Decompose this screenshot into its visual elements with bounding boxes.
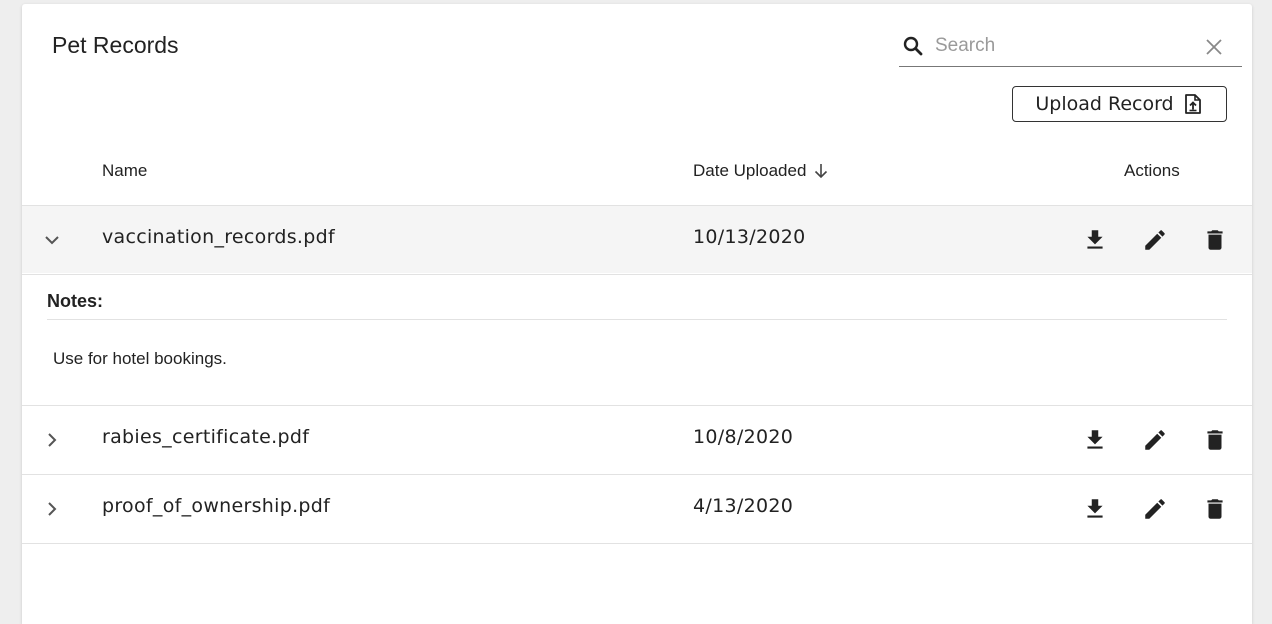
table-bottom-divider xyxy=(22,543,1252,544)
upload-record-button[interactable]: Upload Record xyxy=(1012,86,1227,122)
chevron-right-icon[interactable] xyxy=(40,497,64,521)
close-icon[interactable] xyxy=(1203,36,1225,58)
download-icon[interactable] xyxy=(1082,227,1108,253)
trash-icon[interactable] xyxy=(1202,496,1228,522)
file-name: vaccination_records.pdf xyxy=(102,226,335,248)
upload-date: 10/13/2020 xyxy=(693,226,806,248)
column-header-date[interactable]: Date Uploaded xyxy=(693,161,830,181)
records-card: Pet Records Upload Record Name Date Uplo… xyxy=(22,4,1252,624)
table-header: Name Date Uploaded Actions xyxy=(22,152,1252,205)
notes-divider xyxy=(47,319,1227,320)
notes-text: Use for hotel bookings. xyxy=(53,349,227,368)
file-upload-icon xyxy=(1184,94,1201,114)
notes-label: Notes: xyxy=(47,291,104,311)
column-header-actions: Actions xyxy=(1124,161,1180,180)
table-row[interactable]: vaccination_records.pdf 10/13/2020 xyxy=(22,205,1252,273)
search-bar xyxy=(899,28,1242,67)
column-header-date-label: Date Uploaded xyxy=(693,161,807,180)
file-name: proof_of_ownership.pdf xyxy=(102,495,331,517)
download-icon[interactable] xyxy=(1082,496,1108,522)
upload-record-label: Upload Record xyxy=(1035,93,1174,115)
trash-icon[interactable] xyxy=(1202,427,1228,453)
pencil-icon[interactable] xyxy=(1142,496,1168,522)
table-row[interactable]: proof_of_ownership.pdf 4/13/2020 xyxy=(22,474,1252,542)
chevron-right-icon[interactable] xyxy=(40,428,64,452)
chevron-down-icon[interactable] xyxy=(40,228,64,252)
trash-icon[interactable] xyxy=(1202,227,1228,253)
upload-date: 4/13/2020 xyxy=(693,495,794,517)
column-header-name[interactable]: Name xyxy=(102,161,147,181)
download-icon[interactable] xyxy=(1082,427,1108,453)
search-input[interactable] xyxy=(933,30,1197,62)
row-notes-panel: Notes: Use for hotel bookings. xyxy=(22,274,1252,405)
upload-date: 10/8/2020 xyxy=(693,426,794,448)
pencil-icon[interactable] xyxy=(1142,227,1168,253)
search-icon xyxy=(903,36,923,56)
arrow-down-icon xyxy=(815,164,828,179)
pencil-icon[interactable] xyxy=(1142,427,1168,453)
table-row[interactable]: rabies_certificate.pdf 10/8/2020 xyxy=(22,405,1252,473)
page-title: Pet Records xyxy=(52,32,179,58)
file-name: rabies_certificate.pdf xyxy=(102,426,310,448)
